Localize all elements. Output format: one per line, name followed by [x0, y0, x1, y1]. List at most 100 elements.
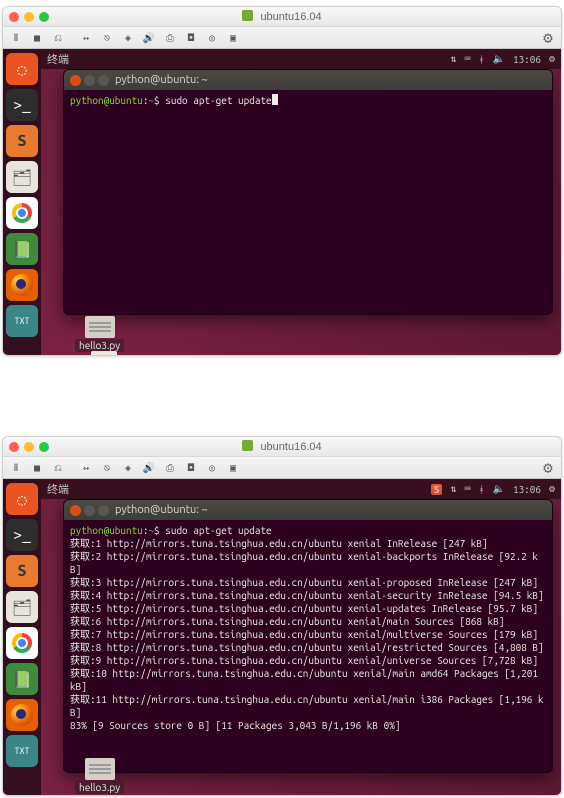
file-icon	[85, 758, 115, 780]
cd-icon[interactable]: ◎	[203, 30, 221, 46]
snapshot-button[interactable]: ⎌	[49, 30, 67, 46]
gear-icon[interactable]: ⚙	[539, 460, 557, 476]
app-menu-label[interactable]: 终端	[47, 481, 69, 497]
usb-icon[interactable]: ⎋	[98, 30, 116, 46]
files-app[interactable]: 🗂	[6, 591, 38, 623]
texteditor-app[interactable]: TXT	[6, 305, 38, 337]
desktop-file[interactable]: hello3.py	[75, 758, 124, 793]
keyboard-indicator-icon[interactable]: ⌨	[464, 483, 470, 495]
terminal-output-line: 获取:1 http://mirrors.tuna.tsinghua.edu.cn…	[70, 537, 546, 550]
ubuntu-dash[interactable]: ◌	[6, 53, 38, 85]
network-indicator-icon[interactable]: ⇅	[450, 53, 456, 65]
firefox-app[interactable]	[6, 269, 38, 301]
vmware-cube-icon	[242, 440, 253, 451]
bluetooth-icon[interactable]: ᚼ	[479, 54, 485, 65]
sound-icon[interactable]: 🔊	[140, 460, 158, 476]
sound-icon[interactable]: 🔊	[140, 30, 158, 46]
window-controls	[70, 75, 109, 86]
disk-icon[interactable]: ◘	[182, 30, 200, 46]
sublime-app[interactable]: S	[6, 555, 38, 587]
vm-title: ubuntu16.04	[3, 440, 561, 453]
terminal-body[interactable]: python@ubuntu:~$ sudo apt-get update获取:1…	[64, 520, 552, 772]
terminal-body[interactable]: python@ubuntu:~$ sudo apt-get update	[64, 90, 552, 314]
terminal-window[interactable]: python@ubuntu: ~ python@ubuntu:~$ sudo a…	[63, 69, 553, 315]
resize-icon[interactable]: ↔	[77, 460, 95, 476]
terminal-app[interactable]: >_	[6, 89, 38, 121]
minimize-icon[interactable]	[84, 75, 95, 86]
ime-indicator-icon[interactable]: S	[431, 484, 443, 495]
keyboard-indicator-icon[interactable]: ⌨	[464, 53, 470, 65]
file-icon	[85, 316, 115, 338]
hd-icon[interactable]: ▣	[224, 460, 242, 476]
status-area: S ⇅ ⌨ ᚼ 🔈 13:06 ⚙	[431, 483, 555, 495]
minimize-icon[interactable]	[84, 505, 95, 516]
vm-toolbar: Ⅱ ■ ⎌ ↔ ⎋ ◈ 🔊 ⎙ ◘ ◎ ▣ ⚙	[3, 27, 561, 49]
sound-indicator-icon[interactable]: 🔈	[493, 483, 505, 495]
status-area: ⇅ ⌨ ᚼ 🔈 13:06 ⚙	[450, 53, 555, 65]
close-icon[interactable]	[70, 505, 81, 516]
desktop-file-partial[interactable]	[91, 351, 117, 356]
terminal-command: sudo apt-get update	[165, 525, 271, 536]
system-gear-icon[interactable]: ⚙	[549, 483, 555, 495]
clock[interactable]: 13:06	[513, 484, 541, 495]
cursor-icon	[272, 94, 278, 105]
ubuntu-desktop: ◌ >_ S 🗂 📗 TXT 终端 S ⇅ ⌨ ᚼ 🔈 13:06 ⚙	[3, 479, 561, 795]
disk-icon[interactable]: ◘	[182, 460, 200, 476]
stop-button[interactable]: ■	[28, 460, 46, 476]
terminal-titlebar[interactable]: python@ubuntu: ~	[64, 70, 552, 90]
cd-icon[interactable]: ◎	[203, 460, 221, 476]
hd-icon[interactable]: ▣	[224, 30, 242, 46]
vm-title: ubuntu16.04	[3, 10, 561, 23]
bluetooth-icon[interactable]: ᚼ	[479, 484, 485, 495]
terminal-output-line: 获取:10 http://mirrors.tuna.tsinghua.edu.c…	[70, 667, 546, 693]
office-app[interactable]: 📗	[6, 663, 38, 695]
terminal-output-line: 获取:2 http://mirrors.tuna.tsinghua.edu.cn…	[70, 550, 546, 576]
terminal-command: sudo apt-get update	[165, 95, 271, 106]
ubuntu-menubar: 终端 S ⇅ ⌨ ᚼ 🔈 13:06 ⚙	[41, 479, 561, 499]
pause-button[interactable]: Ⅱ	[7, 460, 25, 476]
clock[interactable]: 13:06	[513, 54, 541, 65]
resize-icon[interactable]: ↔	[77, 30, 95, 46]
usb-icon[interactable]: ⎋	[98, 460, 116, 476]
sublime-app[interactable]: S	[6, 125, 38, 157]
terminal-app[interactable]: >_	[6, 519, 38, 551]
stop-button[interactable]: ■	[28, 30, 46, 46]
printer-icon[interactable]: ⎙	[161, 30, 179, 46]
terminal-output-line: 获取:4 http://mirrors.tuna.tsinghua.edu.cn…	[70, 589, 546, 602]
files-app[interactable]: 🗂	[6, 161, 38, 193]
maximize-icon[interactable]	[98, 75, 109, 86]
app-menu-label[interactable]: 终端	[47, 51, 69, 67]
ubuntu-dash[interactable]: ◌	[6, 483, 38, 515]
close-icon[interactable]	[70, 75, 81, 86]
chrome-app[interactable]	[6, 627, 38, 659]
snapshot-button[interactable]: ⎌	[49, 460, 67, 476]
ubuntu-desktop: ◌ >_ S 🗂 📗 TXT 终端 ⇅ ⌨ ᚼ 🔈 13:06 ⚙	[3, 49, 561, 355]
terminal-window[interactable]: python@ubuntu: ~ python@ubuntu:~$ sudo a…	[63, 499, 553, 773]
unity-launcher: ◌ >_ S 🗂 📗 TXT	[3, 49, 41, 355]
pause-button[interactable]: Ⅱ	[7, 30, 25, 46]
terminal-titlebar[interactable]: python@ubuntu: ~	[64, 500, 552, 520]
gear-icon[interactable]: ⚙	[539, 30, 557, 46]
terminal-output-line: 获取:5 http://mirrors.tuna.tsinghua.edu.cn…	[70, 602, 546, 615]
vm-window-bottom: ubuntu16.04 Ⅱ ■ ⎌ ↔ ⎋ ◈ 🔊 ⎙ ◘ ◎ ▣ ⚙ ◌ >_ S…	[2, 436, 562, 796]
vm-titlebar[interactable]: ubuntu16.04	[3, 437, 561, 457]
system-gear-icon[interactable]: ⚙	[549, 53, 555, 65]
terminal-output-line: 获取:8 http://mirrors.tuna.tsinghua.edu.cn…	[70, 641, 546, 654]
network-indicator-icon[interactable]: ⇅	[450, 483, 456, 495]
vmware-cube-icon	[242, 10, 253, 21]
prompt-user: python@ubuntu	[70, 95, 143, 106]
chrome-icon	[12, 203, 32, 223]
net-icon[interactable]: ◈	[119, 460, 137, 476]
firefox-app[interactable]	[6, 699, 38, 731]
office-app[interactable]: 📗	[6, 233, 38, 265]
sound-indicator-icon[interactable]: 🔈	[493, 53, 505, 65]
net-icon[interactable]: ◈	[119, 30, 137, 46]
printer-icon[interactable]: ⎙	[161, 460, 179, 476]
prompt-user: python@ubuntu	[70, 525, 143, 536]
texteditor-app[interactable]: TXT	[6, 735, 38, 767]
chrome-app[interactable]	[6, 197, 38, 229]
desktop-file[interactable]: hello3.py	[75, 316, 124, 351]
vm-titlebar[interactable]: ubuntu16.04	[3, 7, 561, 27]
maximize-icon[interactable]	[98, 505, 109, 516]
firefox-icon	[11, 704, 33, 726]
